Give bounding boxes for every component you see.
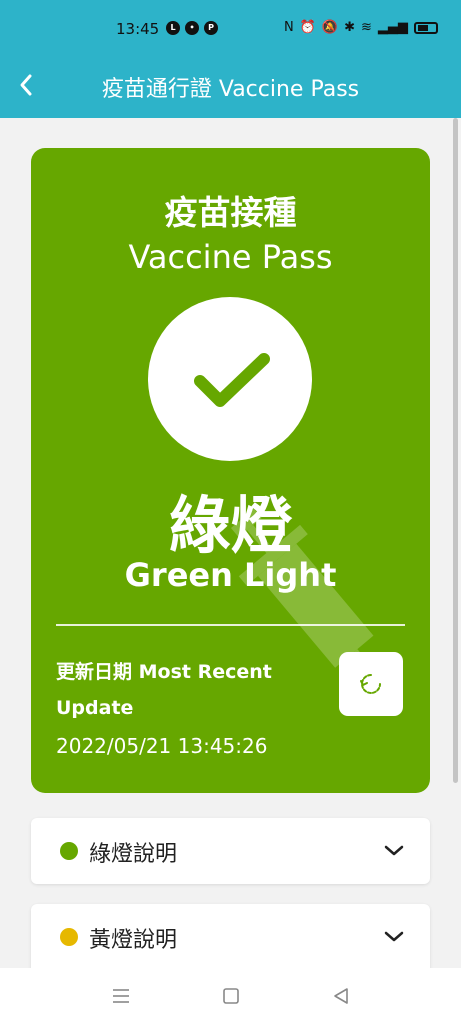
chevron-down-icon[interactable] (382, 838, 406, 862)
alarm-icon: ⏰ (299, 20, 316, 35)
status-time: 13:45 (116, 20, 160, 38)
checkmark-icon (194, 353, 270, 407)
line-icon: L (166, 21, 180, 35)
refresh-icon (360, 674, 381, 694)
app-bar: 疫苗通行證 Vaccine Pass (0, 58, 461, 118)
update-time: 2022/05/21 13:45:26 (56, 734, 268, 758)
green-light-info[interactable]: 綠燈說明 (31, 818, 430, 884)
mute-icon: 🔕 (321, 20, 339, 35)
wifi-icon: ≋ (361, 20, 372, 35)
status-circle (148, 297, 312, 461)
menu-icon[interactable] (110, 985, 132, 1007)
green-dot-icon (60, 842, 78, 860)
battery-icon (413, 22, 438, 34)
vaccine-pass-card: 疫苗接種 Vaccine Pass 綠燈 Green Light 更新日期 Mo… (31, 148, 430, 793)
bluetooth-icon: ✱ (344, 20, 356, 35)
divider (56, 624, 405, 626)
page-title: 疫苗通行證 Vaccine Pass (101, 77, 360, 102)
signal-icon: ▂▄▆ (377, 20, 408, 35)
card-title-zh: 疫苗接種 (164, 193, 297, 232)
home-square-icon[interactable] (220, 985, 242, 1007)
card-title-en: Vaccine Pass (128, 238, 333, 276)
info-label: 黃燈說明 (89, 928, 178, 953)
update-label: 更新日期 Most Recent Update (56, 661, 272, 719)
status-bar: 13:45 L • P N ⏰ 🔕 ✱ ≋ ▂▄▆ (0, 0, 461, 58)
back-triangle-icon[interactable] (330, 985, 352, 1007)
refresh-button[interactable] (339, 652, 403, 716)
info-label: 綠燈說明 (89, 842, 178, 867)
yellow-dot-icon (60, 928, 78, 946)
status-label-zh: 綠燈 (168, 489, 293, 562)
system-nav-bar (0, 968, 461, 1024)
messenger-icon: • (185, 21, 199, 35)
nfc-icon: N (284, 20, 294, 35)
status-label-en: Green Light (124, 556, 337, 594)
notification-icons: L • P (166, 21, 218, 35)
p-app-icon: P (204, 21, 218, 35)
system-icons: N ⏰ 🔕 ✱ ≋ ▂▄▆ (284, 20, 438, 36)
scrollbar[interactable] (453, 118, 458, 783)
chevron-down-icon[interactable] (382, 924, 406, 948)
